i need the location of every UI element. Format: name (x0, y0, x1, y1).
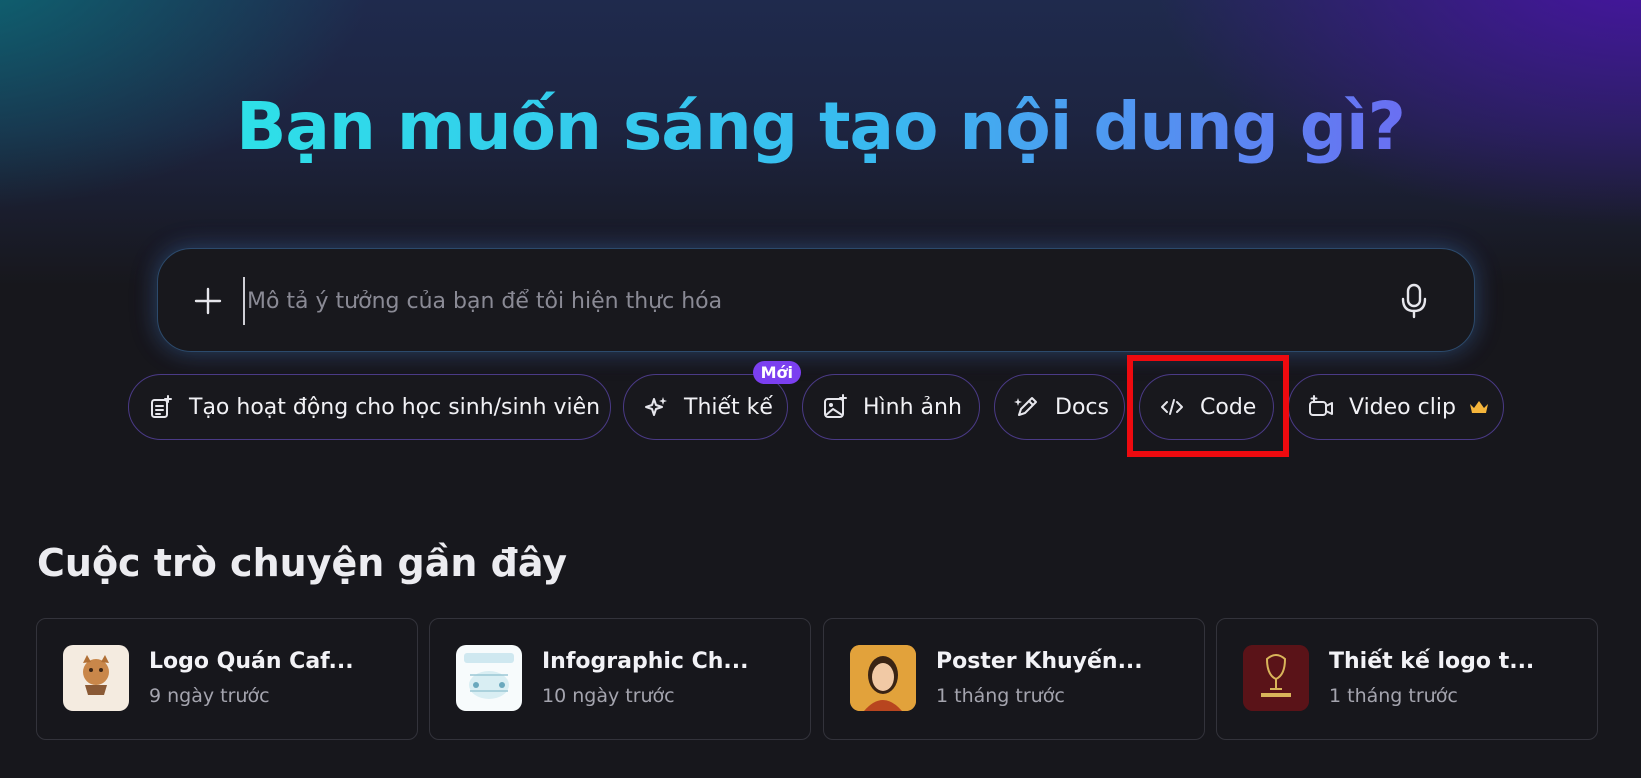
chip-video-clip[interactable]: Video clip (1288, 374, 1504, 440)
conversation-time: 1 tháng trước (1329, 685, 1458, 707)
chip-code[interactable]: Code (1139, 374, 1274, 440)
video-camera-icon (1307, 393, 1335, 421)
conversation-thumbnail (456, 645, 522, 711)
conversation-title: Poster Khuyến... (936, 649, 1143, 674)
chip-image[interactable]: Hình ảnh (802, 374, 980, 440)
chip-docs[interactable]: Docs (994, 374, 1125, 440)
code-icon (1158, 393, 1186, 421)
crown-icon (1468, 398, 1490, 416)
conversation-thumbnail (1243, 645, 1309, 711)
chip-label: Hình ảnh (863, 394, 962, 420)
sparkle-icon (642, 393, 670, 421)
chip-label: Thiết kế (684, 394, 773, 420)
plus-icon (194, 287, 222, 315)
chip-label: Docs (1055, 394, 1109, 420)
microphone-button[interactable] (1394, 281, 1434, 321)
magic-pen-icon (1013, 393, 1041, 421)
conversation-thumbnail (63, 645, 129, 711)
microphone-icon (1401, 283, 1427, 319)
chip-student-activity[interactable]: Tạo hoạt động cho học sinh/sinh viên (128, 374, 611, 440)
conversation-title: Thiết kế logo t... (1329, 649, 1535, 674)
activity-list-icon (147, 393, 175, 421)
prompt-input[interactable] (243, 277, 1343, 325)
recent-conversation-card[interactable]: Infographic Ch... 10 ngày trước (429, 618, 811, 740)
new-badge: Mới (752, 361, 801, 384)
hero-title: Bạn muốn sáng tạo nội dung gì? (0, 88, 1641, 165)
conversation-thumbnail (850, 645, 916, 711)
conversation-time: 9 ngày trước (149, 685, 270, 707)
image-add-icon (821, 393, 849, 421)
chip-label: Code (1200, 394, 1257, 420)
quick-action-chips: Tạo hoạt động cho học sinh/sinh viên Thi… (0, 361, 1641, 440)
recent-conversation-card[interactable]: Thiết kế logo t... 1 tháng trước (1216, 618, 1598, 740)
chip-label: Video clip (1349, 394, 1456, 420)
hero-title-text: Bạn muốn sáng tạo nội dung gì? (236, 88, 1406, 165)
chip-design[interactable]: Thiết kế Mới (623, 361, 801, 440)
recent-conversation-card[interactable]: Poster Khuyến... 1 tháng trước (823, 618, 1205, 740)
recent-conversations-title: Cuộc trò chuyện gần đây (37, 541, 568, 585)
prompt-box (157, 248, 1475, 352)
recent-conversation-card[interactable]: Logo Quán Caf... 9 ngày trước (36, 618, 418, 740)
add-attachment-button[interactable] (190, 283, 226, 319)
chip-label: Tạo hoạt động cho học sinh/sinh viên (189, 394, 601, 420)
conversation-title: Logo Quán Caf... (149, 649, 354, 674)
conversation-time: 1 tháng trước (936, 685, 1065, 707)
conversation-time: 10 ngày trước (542, 685, 675, 707)
conversation-title: Infographic Ch... (542, 649, 749, 674)
